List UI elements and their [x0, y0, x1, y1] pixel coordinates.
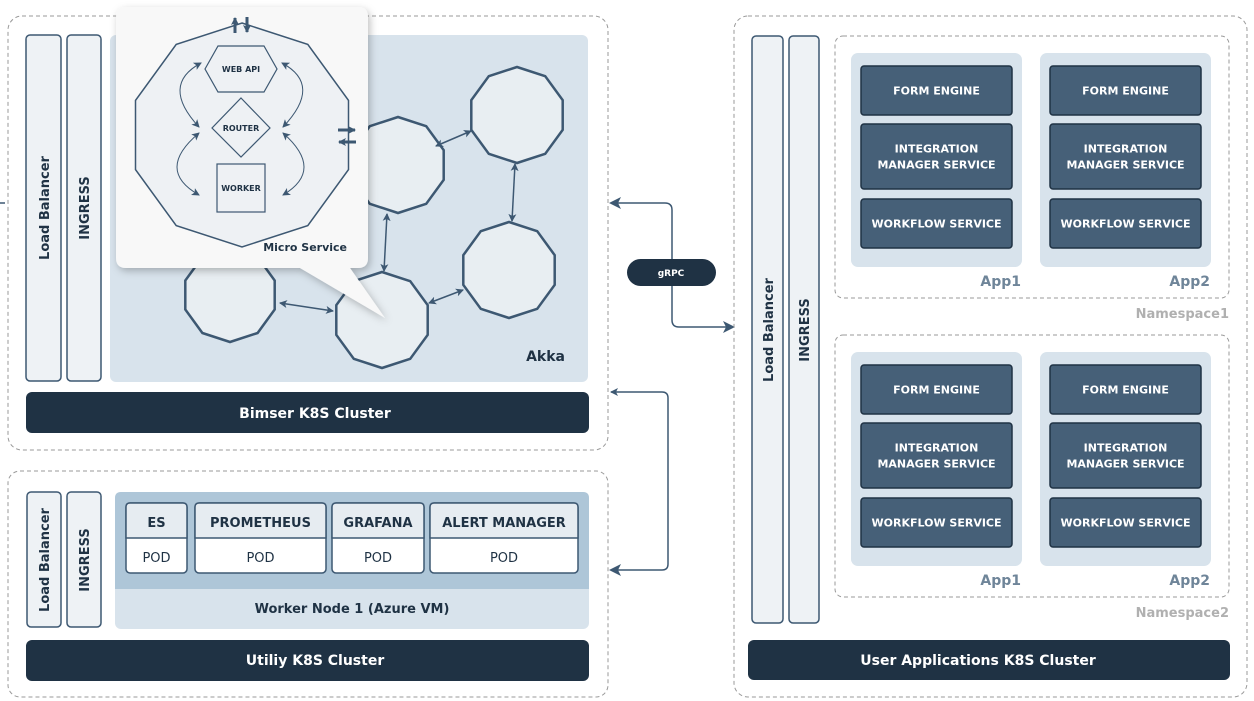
grpc-label: gRPC: [658, 269, 685, 279]
service-label: INTEGRATION: [895, 442, 979, 455]
grpc-link-to-user: [671, 286, 735, 333]
pod-name: ALERT MANAGER: [442, 516, 566, 531]
service-box[interactable]: WORKFLOW SERVICE: [1049, 198, 1202, 249]
namespace: Namespace1 App1 FORM ENGINE INTEGRATION MANA…: [834, 35, 1230, 322]
utility-cluster-bar[interactable]: Utiliy K8S Cluster: [26, 640, 589, 681]
service-label: WORKFLOW SERVICE: [1060, 218, 1190, 231]
service-label: INTEGRATION: [895, 143, 979, 156]
service-box[interactable]: WORKFLOW SERVICE: [1049, 497, 1202, 548]
service-label: FORM ENGINE: [893, 85, 980, 98]
user-load-balancer-label: Load Balancer: [762, 277, 777, 382]
user-ingress[interactable]: INGRESS: [788, 35, 820, 624]
bimser-utility-link: [609, 388, 669, 576]
service-label: FORM ENGINE: [1082, 384, 1169, 397]
grpc-badge[interactable]: gRPC: [627, 259, 716, 286]
bimser-cluster-bar[interactable]: Bimser K8S Cluster: [26, 392, 589, 433]
service-box[interactable]: INTEGRATION MANAGER SERVICE: [860, 422, 1013, 489]
service-box[interactable]: WORKFLOW SERVICE: [860, 198, 1013, 249]
app-panel: App2 FORM ENGINE INTEGRATION MANAGER SERVIC…: [1040, 352, 1211, 589]
utility-load-balancer[interactable]: Load Balancer: [26, 491, 62, 628]
pod-card[interactable]: ALERT MANAGER POD: [429, 502, 579, 574]
service-box[interactable]: FORM ENGINE: [860, 364, 1013, 415]
bimser-cluster: Load Balancer INGRESS Akka WEB API ROUTE…: [0, 7, 609, 451]
user-cluster-title: User Applications K8S Cluster: [860, 653, 1096, 669]
grpc-link-to-bimser: [609, 197, 673, 259]
service-label: INTEGRATION: [1084, 442, 1168, 455]
user-cluster-bar[interactable]: User Applications K8S Cluster: [748, 640, 1230, 680]
app-panel: App1 FORM ENGINE INTEGRATION MANAGER SERVIC…: [851, 352, 1022, 589]
worker-node-label: Worker Node 1 (Azure VM): [255, 602, 450, 617]
service-label: MANAGER SERVICE: [877, 458, 995, 471]
pod-type: POD: [246, 551, 274, 566]
pod-name: GRAFANA: [343, 516, 412, 531]
architecture-diagram: Load Balancer INGRESS Akka WEB API ROUTE…: [0, 7, 1248, 698]
utility-ingress[interactable]: INGRESS: [66, 491, 102, 628]
web-api-label: WEB API: [222, 65, 260, 74]
service-label: MANAGER SERVICE: [877, 159, 995, 172]
akka-node[interactable]: [470, 65, 564, 165]
app-panel: App2 FORM ENGINE INTEGRATION MANAGER SERVIC…: [1040, 53, 1211, 290]
namespace-label: Namespace1: [1136, 307, 1229, 322]
service-label: WORKFLOW SERVICE: [1060, 517, 1190, 530]
service-box[interactable]: INTEGRATION MANAGER SERVICE: [1049, 123, 1202, 190]
akka-node[interactable]: [462, 220, 556, 320]
service-box[interactable]: WORKFLOW SERVICE: [860, 497, 1013, 548]
utility-ingress-label: INGRESS: [78, 528, 93, 591]
bimser-load-balancer[interactable]: Load Balancer: [25, 34, 62, 382]
app-label: App1: [980, 573, 1021, 589]
akka-label: Akka: [526, 349, 565, 365]
utility-cluster-title: Utiliy K8S Cluster: [246, 653, 385, 669]
bimser-load-balancer-label: Load Balancer: [38, 155, 53, 260]
app-label: App2: [1169, 573, 1210, 589]
service-box[interactable]: FORM ENGINE: [860, 65, 1013, 116]
utility-cluster: Load Balancer INGRESS Worker Node 1 (Azu…: [7, 470, 609, 698]
service-label: MANAGER SERVICE: [1066, 159, 1184, 172]
namespace-label: Namespace2: [1136, 606, 1229, 621]
pod-card[interactable]: GRAFANA POD: [331, 502, 425, 574]
user-ingress-label: INGRESS: [798, 298, 813, 361]
service-label: FORM ENGINE: [1082, 85, 1169, 98]
pod-type: POD: [142, 551, 170, 566]
bimser-cluster-title: Bimser K8S Cluster: [239, 406, 391, 422]
pod-card[interactable]: ES POD: [125, 502, 188, 574]
pod-name: ES: [147, 516, 165, 531]
app-panel: App1 FORM ENGINE INTEGRATION MANAGER SERVIC…: [851, 53, 1022, 290]
pod-type: POD: [364, 551, 392, 566]
router-label: ROUTER: [223, 124, 260, 133]
app-label: App1: [980, 274, 1021, 290]
service-box[interactable]: INTEGRATION MANAGER SERVICE: [860, 123, 1013, 190]
service-label: FORM ENGINE: [893, 384, 980, 397]
micro-service-title: Micro Service: [263, 241, 347, 254]
pod-name: PROMETHEUS: [210, 516, 311, 531]
namespace: Namespace2 App1 FORM ENGINE INTEGRATION MANA…: [834, 334, 1230, 621]
pod-type: POD: [490, 551, 518, 566]
service-box[interactable]: FORM ENGINE: [1049, 364, 1202, 415]
pod-card[interactable]: PROMETHEUS POD: [194, 502, 327, 574]
user-cluster: Load Balancer INGRESS Namespace1 App1 FORM…: [733, 15, 1248, 698]
namespace-list: Namespace1 App1 FORM ENGINE INTEGRATION MANA…: [834, 35, 1230, 621]
connectors: gRPC: [609, 197, 735, 576]
service-label: MANAGER SERVICE: [1066, 458, 1184, 471]
user-load-balancer[interactable]: Load Balancer: [751, 35, 784, 624]
service-label: WORKFLOW SERVICE: [871, 218, 1001, 231]
service-box[interactable]: INTEGRATION MANAGER SERVICE: [1049, 422, 1202, 489]
service-box[interactable]: FORM ENGINE: [1049, 65, 1202, 116]
service-label: WORKFLOW SERVICE: [871, 517, 1001, 530]
utility-load-balancer-label: Load Balancer: [38, 507, 53, 612]
worker-label: WORKER: [221, 184, 261, 193]
service-label: INTEGRATION: [1084, 143, 1168, 156]
app-label: App2: [1169, 274, 1210, 290]
bimser-ingress[interactable]: INGRESS: [66, 34, 102, 382]
bimser-ingress-label: INGRESS: [78, 176, 93, 239]
